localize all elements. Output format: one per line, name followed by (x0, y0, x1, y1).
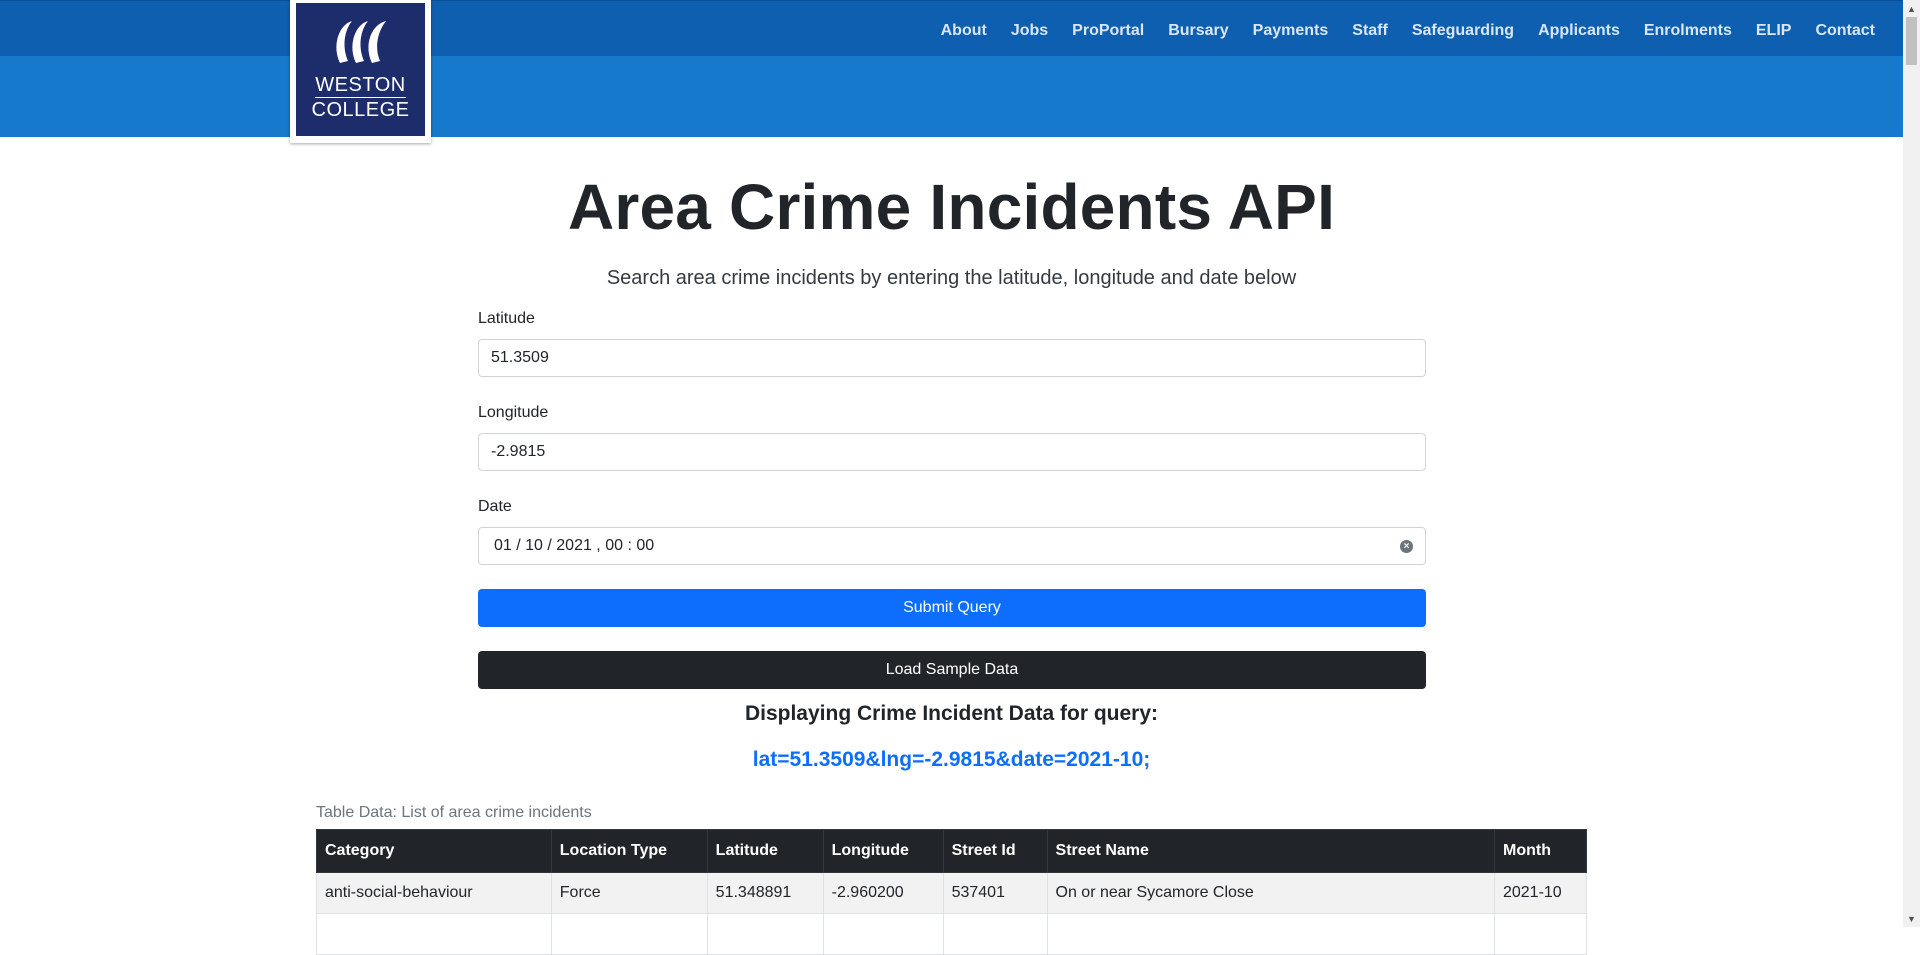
logo-text-college: COLLEGE (311, 99, 410, 121)
table-cell-month: 2021-10 (1493, 872, 1588, 914)
table-row (316, 913, 1588, 955)
page-lead-text: Search area crime incidents by entering … (606, 267, 1297, 289)
table-cell-empty (942, 913, 1048, 955)
table-cell-empty (1046, 913, 1495, 955)
crime-incidents-table: Category Location Type Latitude Longitud… (316, 829, 1588, 955)
header-bottom-bar (0, 56, 1903, 137)
table-cell-location-type: Force (550, 872, 708, 914)
clear-date-icon[interactable]: × (1400, 540, 1413, 553)
site-header: WESTON COLLEGE About Jobs ProPortal Burs… (0, 0, 1903, 143)
page-title: Area Crime Incidents API (567, 171, 1336, 243)
latitude-input[interactable]: 51.3509 (478, 339, 1426, 377)
table-cell-empty (706, 913, 824, 955)
nav-link-proportal[interactable]: ProPortal (1072, 22, 1144, 40)
column-header-latitude: Latitude (706, 829, 824, 873)
nav-link-staff[interactable]: Staff (1352, 22, 1388, 40)
nav-link-safeguarding[interactable]: Safeguarding (1412, 22, 1514, 40)
date-input[interactable]: 01 / 10 / 2021 , 00 : 00 × (478, 527, 1426, 565)
result-query-string: lat=51.3509&lng=-2.9815&date=2021-10; (752, 748, 1151, 771)
logo-panel: WESTON COLLEGE (296, 3, 425, 136)
scroll-up-arrow-icon[interactable]: ▲ (1903, 0, 1920, 17)
date-field-group: Date 01 / 10 / 2021 , 00 : 00 × (478, 495, 1426, 565)
load-sample-data-button[interactable]: Load Sample Data (478, 651, 1426, 689)
longitude-label: Longitude (478, 404, 549, 421)
column-header-street-id: Street Id (942, 829, 1048, 873)
nav-link-enrolments[interactable]: Enrolments (1644, 22, 1732, 40)
column-header-street-name: Street Name (1046, 829, 1495, 873)
result-heading: Displaying Crime Incident Data for query… (744, 702, 1159, 725)
table-cell-empty (822, 913, 944, 955)
logo-text-weston: WESTON (315, 74, 406, 98)
table-caption: Table Data: List of area crime incidents (316, 804, 592, 821)
table-cell-empty (550, 913, 708, 955)
top-navigation: About Jobs ProPortal Bursary Payments St… (917, 0, 1875, 61)
logo-wave-icon (335, 21, 386, 63)
college-logo[interactable]: WESTON COLLEGE (290, 0, 431, 143)
nav-link-elip[interactable]: ELIP (1756, 22, 1792, 40)
date-label: Date (478, 498, 512, 515)
table-row: anti-social-behaviour Force 51.348891 -2… (316, 872, 1588, 914)
nav-link-applicants[interactable]: Applicants (1538, 22, 1620, 40)
table-cell-street-id: 537401 (942, 872, 1048, 914)
column-header-month: Month (1493, 829, 1588, 873)
crime-search-form: Latitude 51.3509 Longitude -2.9815 Date … (478, 307, 1426, 689)
scroll-down-arrow-icon[interactable]: ▼ (1903, 910, 1920, 927)
table-header-row: Category Location Type Latitude Longitud… (316, 829, 1588, 873)
latitude-label: Latitude (478, 310, 535, 327)
table-cell-empty (316, 913, 552, 955)
longitude-input[interactable]: -2.9815 (478, 433, 1426, 471)
column-header-category: Category (316, 829, 552, 873)
column-header-location-type: Location Type (550, 829, 708, 873)
nav-link-jobs[interactable]: Jobs (1011, 22, 1048, 40)
table-cell-category: anti-social-behaviour (316, 872, 552, 914)
longitude-field-group: Longitude -2.9815 (478, 401, 1426, 471)
page-scrollbar[interactable]: ▲ ▼ (1903, 0, 1920, 927)
table-cell-longitude: -2.960200 (822, 872, 944, 914)
scrollbar-thumb[interactable] (1906, 17, 1917, 65)
nav-link-payments[interactable]: Payments (1253, 22, 1329, 40)
nav-link-about[interactable]: About (941, 22, 987, 40)
date-input-value: 01 / 10 / 2021 , 00 : 00 (494, 537, 655, 554)
table-cell-latitude: 51.348891 (706, 872, 824, 914)
column-header-longitude: Longitude (822, 829, 944, 873)
nav-link-contact[interactable]: Contact (1815, 22, 1875, 40)
latitude-field-group: Latitude 51.3509 (478, 307, 1426, 377)
submit-query-button[interactable]: Submit Query (478, 589, 1426, 627)
table-cell-street-name: On or near Sycamore Close (1046, 872, 1495, 914)
table-cell-empty (1493, 913, 1588, 955)
nav-link-bursary[interactable]: Bursary (1168, 22, 1228, 40)
